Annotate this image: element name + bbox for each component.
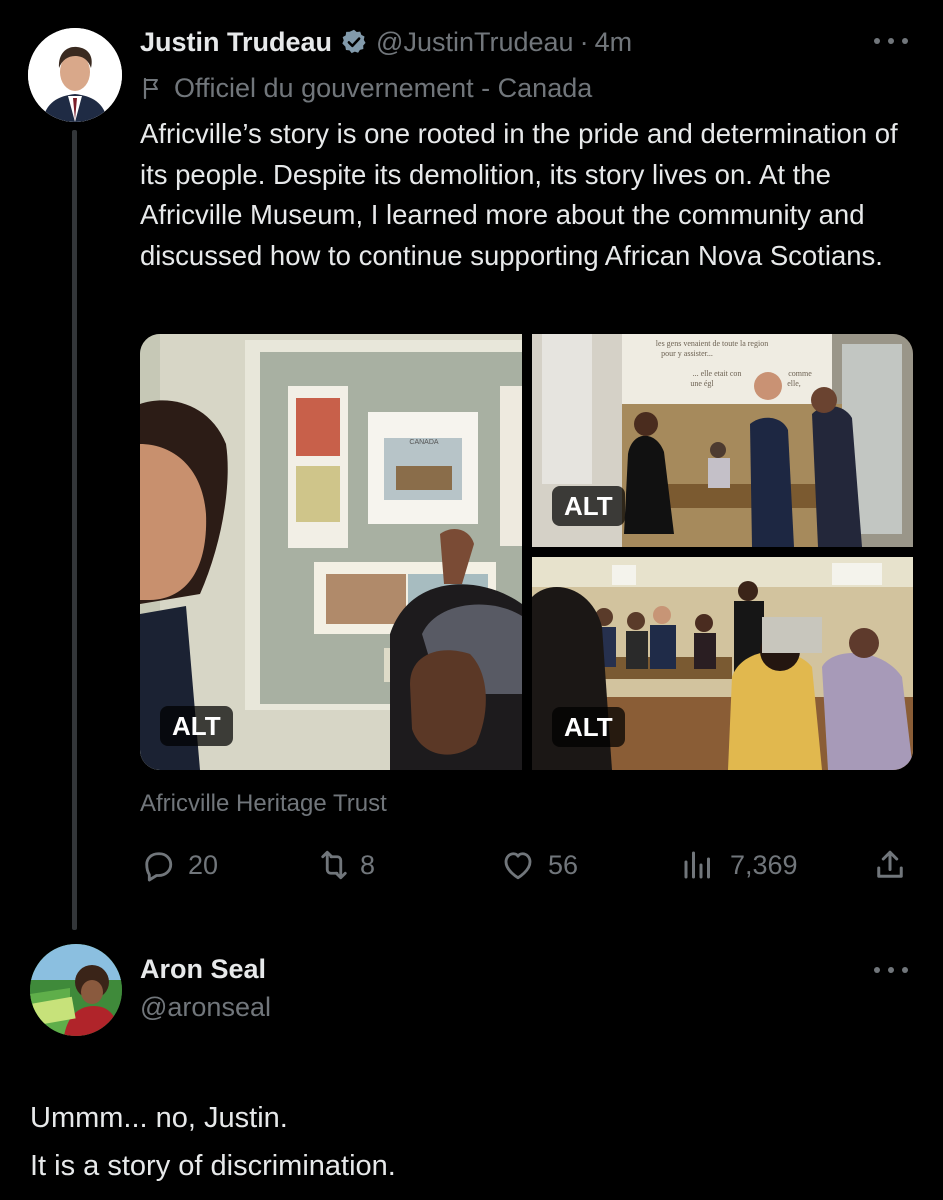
stamp-caption: CANADA xyxy=(409,439,439,446)
separator-dot: · xyxy=(579,26,589,57)
reply-avatar-photo xyxy=(30,944,122,1036)
flag-icon xyxy=(143,77,158,100)
tweet-timestamp[interactable]: 4m xyxy=(595,27,633,58)
like-count: 56 xyxy=(548,849,579,880)
media-source-credit[interactable]: Africville Heritage Trust xyxy=(140,790,387,822)
author-handle[interactable]: @JustinTrudeau xyxy=(376,27,574,58)
share-icon xyxy=(877,850,903,878)
author-avatar-photo xyxy=(28,28,122,122)
author-avatar[interactable] xyxy=(28,28,122,122)
retweet-icon xyxy=(321,850,347,880)
reply-text-line: It is a story of discrimination. xyxy=(30,1150,396,1182)
wall-text-6: elle, xyxy=(787,379,801,388)
retweet-action[interactable]: 8 xyxy=(316,846,375,884)
reply-author-handle[interactable]: @aronseal xyxy=(140,992,271,1023)
alt-text-badge[interactable]: ALT xyxy=(552,707,625,747)
reply-text: Ummm... no, Justin. It is a story of dis… xyxy=(30,1094,910,1190)
like-action[interactable]: 56 xyxy=(500,846,578,884)
media-photo-1[interactable]: CANADA ALT xyxy=(140,334,522,770)
reply-author-name[interactable]: Aron Seal xyxy=(140,954,266,985)
reply-author-avatar[interactable] xyxy=(30,944,122,1036)
media-photo-2[interactable]: les gens venaient de toute la region pou… xyxy=(532,334,913,547)
thread-connector-line xyxy=(72,130,77,930)
wall-text-5: comme xyxy=(788,369,812,378)
verified-badge-icon[interactable] xyxy=(340,28,368,56)
views-action[interactable]: 7,369 xyxy=(680,846,798,884)
media-grid: CANADA ALT les gens venaient de toute la… xyxy=(140,334,913,770)
wall-text-1: les gens venaient de toute la region xyxy=(656,339,768,348)
views-count: 7,369 xyxy=(730,849,798,880)
heart-icon xyxy=(504,852,532,880)
media-photo-3[interactable]: ALT xyxy=(532,557,913,770)
wall-text-4: une égl xyxy=(690,379,714,388)
wall-text-3: ... elle etait con xyxy=(693,369,742,378)
wall-text-2: pour y assister... xyxy=(661,349,713,358)
reply-count: 20 xyxy=(188,849,219,880)
reply-text-line: Ummm... no, Justin. xyxy=(30,1102,288,1134)
alt-text-badge[interactable]: ALT xyxy=(552,486,625,526)
reply-action[interactable]: 20 xyxy=(140,846,218,884)
government-label-row: Officiel du gouvernement - Canada xyxy=(140,70,592,106)
more-options-icon[interactable] xyxy=(874,36,908,46)
retweet-count: 8 xyxy=(360,849,376,880)
reply-icon xyxy=(145,852,173,882)
more-options-icon[interactable] xyxy=(874,965,908,975)
alt-text-badge[interactable]: ALT xyxy=(160,706,233,746)
author-name-row: Justin Trudeau @JustinTrudeau · 4m xyxy=(140,24,632,60)
share-action[interactable] xyxy=(872,846,908,884)
author-display-name[interactable]: Justin Trudeau xyxy=(140,27,332,58)
photo-1-image: CANADA xyxy=(140,334,522,770)
tweet-text: Africville’s story is one rooted in the … xyxy=(140,118,898,271)
views-chart-icon xyxy=(684,851,710,879)
government-label[interactable]: Officiel du gouvernement - Canada xyxy=(174,73,592,104)
